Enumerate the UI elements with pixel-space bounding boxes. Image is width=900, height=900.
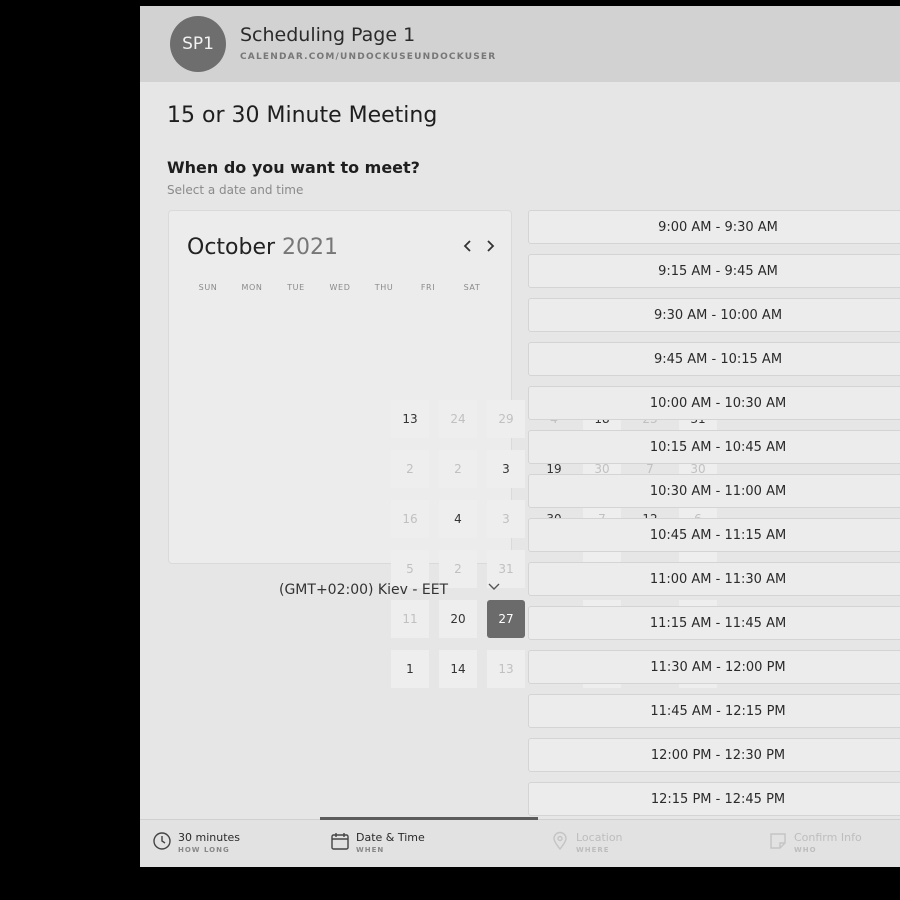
step-sublabel: WHO bbox=[794, 846, 817, 854]
time-slot-button[interactable]: 11:00 AM - 11:30 AM bbox=[528, 562, 900, 596]
calendar-day[interactable]: 2 bbox=[391, 450, 429, 488]
calendar-day[interactable]: 29 bbox=[487, 400, 525, 438]
calendar-day[interactable]: 2 bbox=[439, 450, 477, 488]
calendar-day[interactable]: 24 bbox=[439, 400, 477, 438]
step-sublabel: HOW LONG bbox=[178, 846, 230, 854]
calendar-day[interactable]: 14 bbox=[439, 650, 477, 688]
time-slot-button[interactable]: 10:15 AM - 10:45 AM bbox=[528, 430, 900, 464]
weekday-mon: MON bbox=[241, 283, 263, 292]
step-label: Date & Time bbox=[356, 831, 425, 844]
weekday-thu: THU bbox=[374, 283, 394, 292]
calendar-day[interactable]: 1 bbox=[391, 650, 429, 688]
question-subtitle: Select a date and time bbox=[167, 183, 304, 197]
calendar-month-label: October 2021 bbox=[187, 235, 338, 260]
step-label: Confirm Info bbox=[794, 831, 862, 844]
step-progress-bar bbox=[320, 817, 538, 820]
calendar-year: 2021 bbox=[282, 235, 339, 260]
time-slot-button[interactable]: 12:00 PM - 12:30 PM bbox=[528, 738, 900, 772]
avatar: SP1 bbox=[170, 16, 226, 72]
time-slot-button[interactable]: 10:00 AM - 10:30 AM bbox=[528, 386, 900, 420]
scheduling-app: SP1 Scheduling Page 1 CALENDAR.COM/UNDOC… bbox=[140, 6, 900, 867]
time-slot-button[interactable]: 10:30 AM - 11:00 AM bbox=[528, 474, 900, 508]
step-footer: 30 minutes HOW LONG Date & Time WHEN Locatio… bbox=[140, 817, 900, 867]
time-slot-button[interactable]: 11:15 AM - 11:45 AM bbox=[528, 606, 900, 640]
calendar-day-selected[interactable]: 27 bbox=[487, 600, 525, 638]
time-slot-button[interactable]: 9:30 AM - 10:00 AM bbox=[528, 298, 900, 332]
step-date-time[interactable]: Date & Time WHEN bbox=[330, 831, 425, 856]
step-location: Location WHERE bbox=[550, 831, 623, 856]
time-slot-button[interactable]: 10:45 AM - 11:15 AM bbox=[528, 518, 900, 552]
calendar-icon bbox=[330, 831, 350, 855]
step-30-minutes[interactable]: 30 minutes HOW LONG bbox=[152, 831, 240, 856]
calendar-day[interactable]: 16 bbox=[391, 500, 429, 538]
calendar-month: October bbox=[187, 235, 276, 260]
step-label: Location bbox=[576, 831, 623, 844]
step-confirm-info: Confirm Info WHO bbox=[768, 831, 862, 856]
weekday-fri: FRI bbox=[420, 283, 436, 292]
calendar-day[interactable]: 13 bbox=[391, 400, 429, 438]
weekday-header: SUN MON TUE WED THU FRI SAT bbox=[186, 283, 496, 292]
note-icon bbox=[768, 831, 788, 855]
timezone-select[interactable]: (GMT+02:00) Kiev - EET bbox=[279, 575, 509, 605]
calendar-day[interactable]: 20 bbox=[439, 600, 477, 638]
weekday-sun: SUN bbox=[198, 283, 218, 292]
location-pin-icon bbox=[550, 831, 570, 855]
chevron-right-icon[interactable] bbox=[481, 237, 499, 258]
step-sublabel: WHEN bbox=[356, 846, 385, 854]
time-slot-button[interactable]: 12:15 PM - 12:45 PM bbox=[528, 782, 900, 816]
meeting-title: 15 or 30 Minute Meeting bbox=[167, 103, 438, 128]
weekday-tue: TUE bbox=[287, 283, 305, 292]
weekday-wed: WED bbox=[329, 283, 351, 292]
timezone-label: (GMT+02:00) Kiev - EET bbox=[279, 582, 449, 598]
calendar-day[interactable]: 11 bbox=[391, 600, 429, 638]
time-slot-button[interactable]: 9:45 AM - 10:15 AM bbox=[528, 342, 900, 376]
clock-icon bbox=[152, 831, 172, 855]
time-slot-button[interactable]: 9:15 AM - 9:45 AM bbox=[528, 254, 900, 288]
scheduling-page-url[interactable]: CALENDAR.COM/UNDOCKUSEUNDOCKUSER bbox=[240, 52, 496, 62]
time-slot-button[interactable]: 9:00 AM - 9:30 AM bbox=[528, 210, 900, 244]
calendar-day[interactable]: 4 bbox=[439, 500, 477, 538]
chevron-left-icon[interactable] bbox=[459, 237, 477, 258]
calendar-day[interactable]: 13 bbox=[487, 650, 525, 688]
question-title: When do you want to meet? bbox=[167, 158, 420, 177]
weekday-sat: SAT bbox=[463, 283, 481, 292]
time-slot-button[interactable]: 11:45 AM - 12:15 PM bbox=[528, 694, 900, 728]
calendar-day[interactable]: 3 bbox=[487, 450, 525, 488]
step-label: 30 minutes bbox=[178, 831, 241, 844]
calendar-day[interactable]: 3 bbox=[487, 500, 525, 538]
page-header: SP1 Scheduling Page 1 CALENDAR.COM/UNDOC… bbox=[140, 6, 900, 82]
chevron-down-icon bbox=[488, 580, 500, 594]
step-sublabel: WHERE bbox=[576, 846, 610, 854]
scheduling-page-title: Scheduling Page 1 bbox=[240, 24, 416, 46]
time-slot-button[interactable]: 11:30 AM - 12:00 PM bbox=[528, 650, 900, 684]
